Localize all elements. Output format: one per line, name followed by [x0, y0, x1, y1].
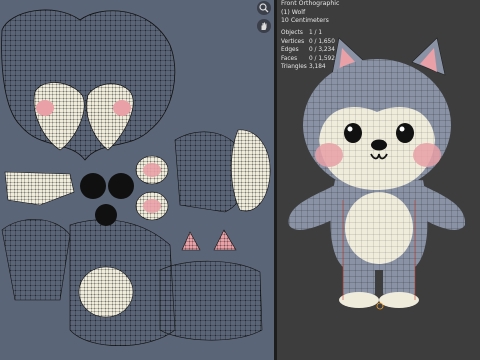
uv-island-feet	[159, 260, 263, 341]
uv-island-eyes	[80, 173, 134, 226]
hand-icon[interactable]	[257, 19, 271, 33]
stat-vertices: Vertices 0 / 1,650	[281, 38, 335, 45]
uv-editor[interactable]	[0, 0, 274, 360]
viewport-info: Front Orthographic (1) Wolf 10 Centimete…	[281, 0, 339, 26]
stat-edges: Edges 0 / 3,234	[281, 47, 335, 54]
stat-objects: Objects 1 / 1	[281, 30, 323, 36]
stat-faces: Faces 0 / 1,592	[281, 55, 335, 62]
scale-label: 10 Centimeters	[281, 17, 329, 25]
stat-triangles: Triangles 3,184	[281, 64, 326, 71]
uv-islands	[1, 9, 271, 347]
object-name: (1) Wolf	[281, 8, 306, 16]
magnifier-icon[interactable]	[257, 1, 271, 15]
uv-island-cheeks	[135, 155, 169, 221]
uv-island-head	[1, 9, 176, 161]
uv-island-back	[174, 129, 271, 213]
uv-island-side	[1, 171, 75, 301]
view-name: Front Orthographic	[281, 0, 340, 7]
uv-island-body	[69, 219, 176, 347]
scene-statistics: Objects 1 / 1 Vertices 0 / 1,650 Edges 0 / …	[281, 29, 335, 72]
uv-island-ears	[181, 229, 237, 251]
